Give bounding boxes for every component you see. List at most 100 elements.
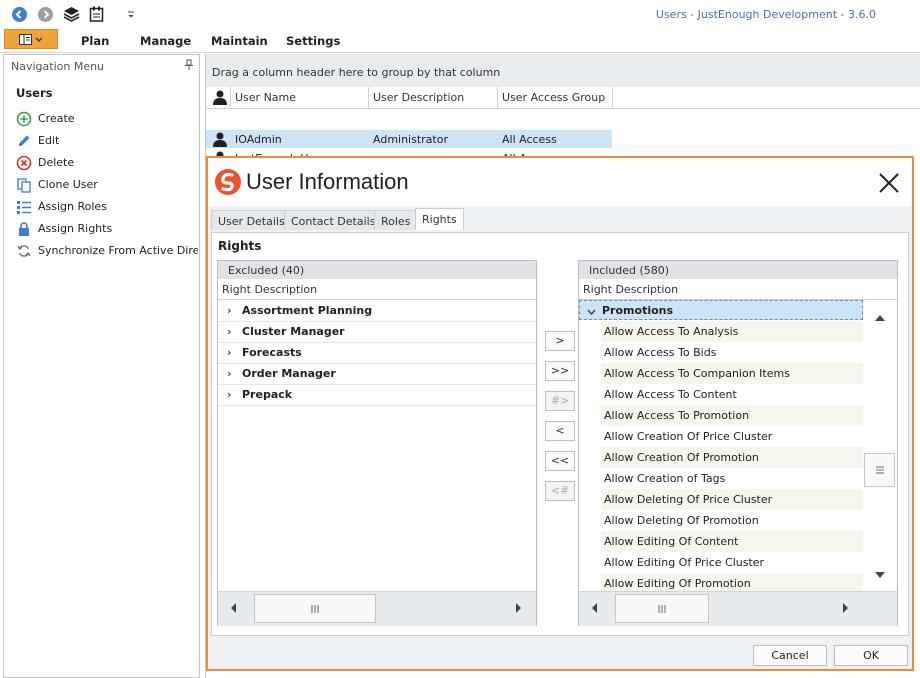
nav-header-label: Navigation Menu bbox=[11, 60, 105, 73]
move-all-left-button[interactable]: << bbox=[545, 451, 575, 471]
list-item[interactable]: Allow Creation Of Promotion bbox=[601, 447, 863, 469]
excluded-column-header[interactable]: Right Description bbox=[218, 279, 536, 300]
menu-plan[interactable]: Plan bbox=[81, 34, 109, 48]
nav-item-synchronize[interactable]: Synchronize From Active Dire… bbox=[14, 241, 198, 261]
list-item[interactable]: Allow Deleting Of Price Cluster bbox=[601, 489, 863, 511]
list-item[interactable]: Allow Deleting Of Promotion bbox=[601, 510, 863, 532]
column-user-name[interactable]: User Name bbox=[235, 91, 296, 104]
user-icon bbox=[212, 89, 228, 108]
nav-item-label: Synchronize From Active Dire… bbox=[38, 244, 198, 257]
scroll-thumb[interactable] bbox=[254, 594, 376, 623]
scroll-up-icon[interactable] bbox=[875, 312, 885, 325]
cancel-button[interactable]: Cancel bbox=[753, 645, 827, 666]
list-item[interactable]: › Forecasts bbox=[218, 342, 536, 364]
list-item[interactable]: Allow Editing Of Promotion bbox=[601, 573, 863, 592]
menu-bar: Plan Manage Maintain Settings bbox=[0, 28, 920, 53]
move-left-button[interactable]: < bbox=[545, 421, 575, 441]
chevron-right-icon[interactable]: › bbox=[227, 367, 232, 380]
group-by-hint: Drag a column header here to group by th… bbox=[212, 66, 501, 79]
list-item[interactable]: › Prepack bbox=[218, 384, 536, 406]
file-menu-button[interactable] bbox=[4, 29, 58, 49]
clipboard-icon[interactable] bbox=[89, 6, 104, 22]
column-user-description[interactable]: User Description bbox=[373, 91, 464, 104]
table-row[interactable]: IOAdmin Administrator All Access bbox=[206, 130, 612, 148]
menu-settings[interactable]: Settings bbox=[286, 34, 340, 48]
cell-user-access-group: All Access bbox=[502, 133, 557, 146]
nav-item-edit[interactable]: Edit bbox=[14, 131, 196, 151]
excluded-list: Excluded (40) Right Description › Assortm… bbox=[217, 260, 537, 626]
tab-contact-details[interactable]: Contact Details bbox=[284, 210, 383, 230]
list-item[interactable]: › Assortment Planning bbox=[218, 300, 536, 322]
included-column-header[interactable]: Right Description bbox=[579, 279, 897, 300]
list-item-label: Allow Editing Of Content bbox=[604, 535, 739, 548]
list-item[interactable]: Allow Creation Of Price Cluster bbox=[601, 426, 863, 448]
nav-item-assign-rights[interactable]: Assign Rights bbox=[14, 219, 196, 239]
group-row-promotions[interactable]: Promotions bbox=[579, 300, 863, 320]
excluded-caption: Excluded (40) bbox=[218, 261, 536, 280]
nav-item-clone-user[interactable]: Clone User bbox=[14, 175, 196, 195]
back-icon[interactable] bbox=[12, 7, 27, 22]
list-item[interactable]: › Cluster Manager bbox=[218, 321, 536, 343]
chevron-right-icon[interactable]: › bbox=[227, 388, 232, 401]
list-item[interactable]: Allow Editing Of Content bbox=[601, 531, 863, 553]
tab-user-details[interactable]: User Details bbox=[211, 210, 292, 230]
included-caption: Included (580) bbox=[579, 261, 897, 280]
list-item[interactable]: Allow Creation of Tags bbox=[601, 468, 863, 490]
nav-item-create[interactable]: Create bbox=[14, 109, 196, 129]
move-all-right-button[interactable]: >> bbox=[545, 361, 575, 381]
move-right-button[interactable]: > bbox=[545, 331, 575, 351]
group-by-panel[interactable]: Drag a column header here to group by th… bbox=[206, 54, 920, 88]
list-item[interactable]: Allow Access To Analysis bbox=[601, 321, 863, 343]
nav-item-label: Create bbox=[38, 112, 75, 125]
list-item-label: Allow Deleting Of Promotion bbox=[604, 514, 759, 527]
list-item[interactable]: Allow Access To Promotion bbox=[601, 405, 863, 427]
list-icon bbox=[16, 199, 32, 215]
layers-icon[interactable] bbox=[63, 6, 80, 23]
title-bar: Users - JustEnough Development - 3.6.0 bbox=[0, 0, 920, 28]
scroll-down-icon[interactable] bbox=[875, 569, 885, 582]
clone-icon bbox=[16, 177, 32, 193]
tab-rights[interactable]: Rights bbox=[415, 208, 464, 230]
list-item[interactable]: › Order Manager bbox=[218, 363, 536, 385]
nav-item-label: Delete bbox=[38, 156, 75, 169]
chevron-down-icon[interactable] bbox=[587, 306, 596, 319]
pin-icon[interactable] bbox=[184, 59, 194, 74]
list-item[interactable]: Allow Access To Bids bbox=[601, 342, 863, 364]
list-item[interactable]: Allow Editing Of Price Cluster bbox=[601, 552, 863, 574]
menu-manage[interactable]: Manage bbox=[140, 34, 191, 48]
scroll-left-icon[interactable] bbox=[230, 603, 238, 616]
scroll-thumb[interactable] bbox=[615, 594, 709, 623]
scroll-left-icon[interactable] bbox=[591, 603, 599, 616]
horizontal-scrollbar[interactable] bbox=[218, 591, 536, 626]
dialog-footer: Cancel OK bbox=[208, 640, 912, 669]
grid-header: User Name User Description User Access G… bbox=[206, 87, 920, 109]
tab-roles[interactable]: Roles bbox=[374, 210, 418, 230]
vertical-scrollbar[interactable] bbox=[863, 300, 897, 591]
customize-icon[interactable] bbox=[127, 9, 135, 18]
nav-title: Users bbox=[16, 86, 53, 100]
nav-item-assign-roles[interactable]: Assign Roles bbox=[14, 197, 196, 217]
scroll-right-icon[interactable] bbox=[841, 603, 849, 616]
ok-button[interactable]: OK bbox=[834, 645, 908, 666]
column-user-access-group[interactable]: User Access Group bbox=[502, 91, 605, 104]
scroll-thumb[interactable] bbox=[864, 453, 895, 487]
list-item-label: Allow Access To Companion Items bbox=[604, 367, 790, 380]
move-selected-right-button[interactable]: #> bbox=[545, 391, 575, 411]
scroll-right-icon[interactable] bbox=[514, 603, 522, 616]
chevron-right-icon[interactable]: › bbox=[227, 325, 232, 338]
close-icon[interactable] bbox=[876, 170, 902, 196]
move-selected-left-button[interactable]: <# bbox=[545, 481, 575, 501]
excluded-column-label: Right Description bbox=[222, 283, 318, 296]
nav-item-delete[interactable]: Delete bbox=[14, 153, 196, 173]
horizontal-scrollbar[interactable] bbox=[579, 591, 897, 626]
list-item[interactable]: Allow Access To Content bbox=[601, 384, 863, 406]
forward-icon[interactable] bbox=[38, 7, 53, 22]
chevron-right-icon[interactable]: › bbox=[227, 346, 232, 359]
menu-maintain[interactable]: Maintain bbox=[211, 34, 268, 48]
chevron-right-icon[interactable]: › bbox=[227, 304, 232, 317]
list-item-label: Allow Access To Analysis bbox=[604, 325, 739, 338]
nav-item-label: Clone User bbox=[38, 178, 98, 191]
list-item[interactable]: Allow Access To Companion Items bbox=[601, 363, 863, 385]
navigation-panel: Navigation Menu Users Create Edit Delete… bbox=[3, 54, 200, 678]
list-item-label: Allow Access To Promotion bbox=[604, 409, 750, 422]
